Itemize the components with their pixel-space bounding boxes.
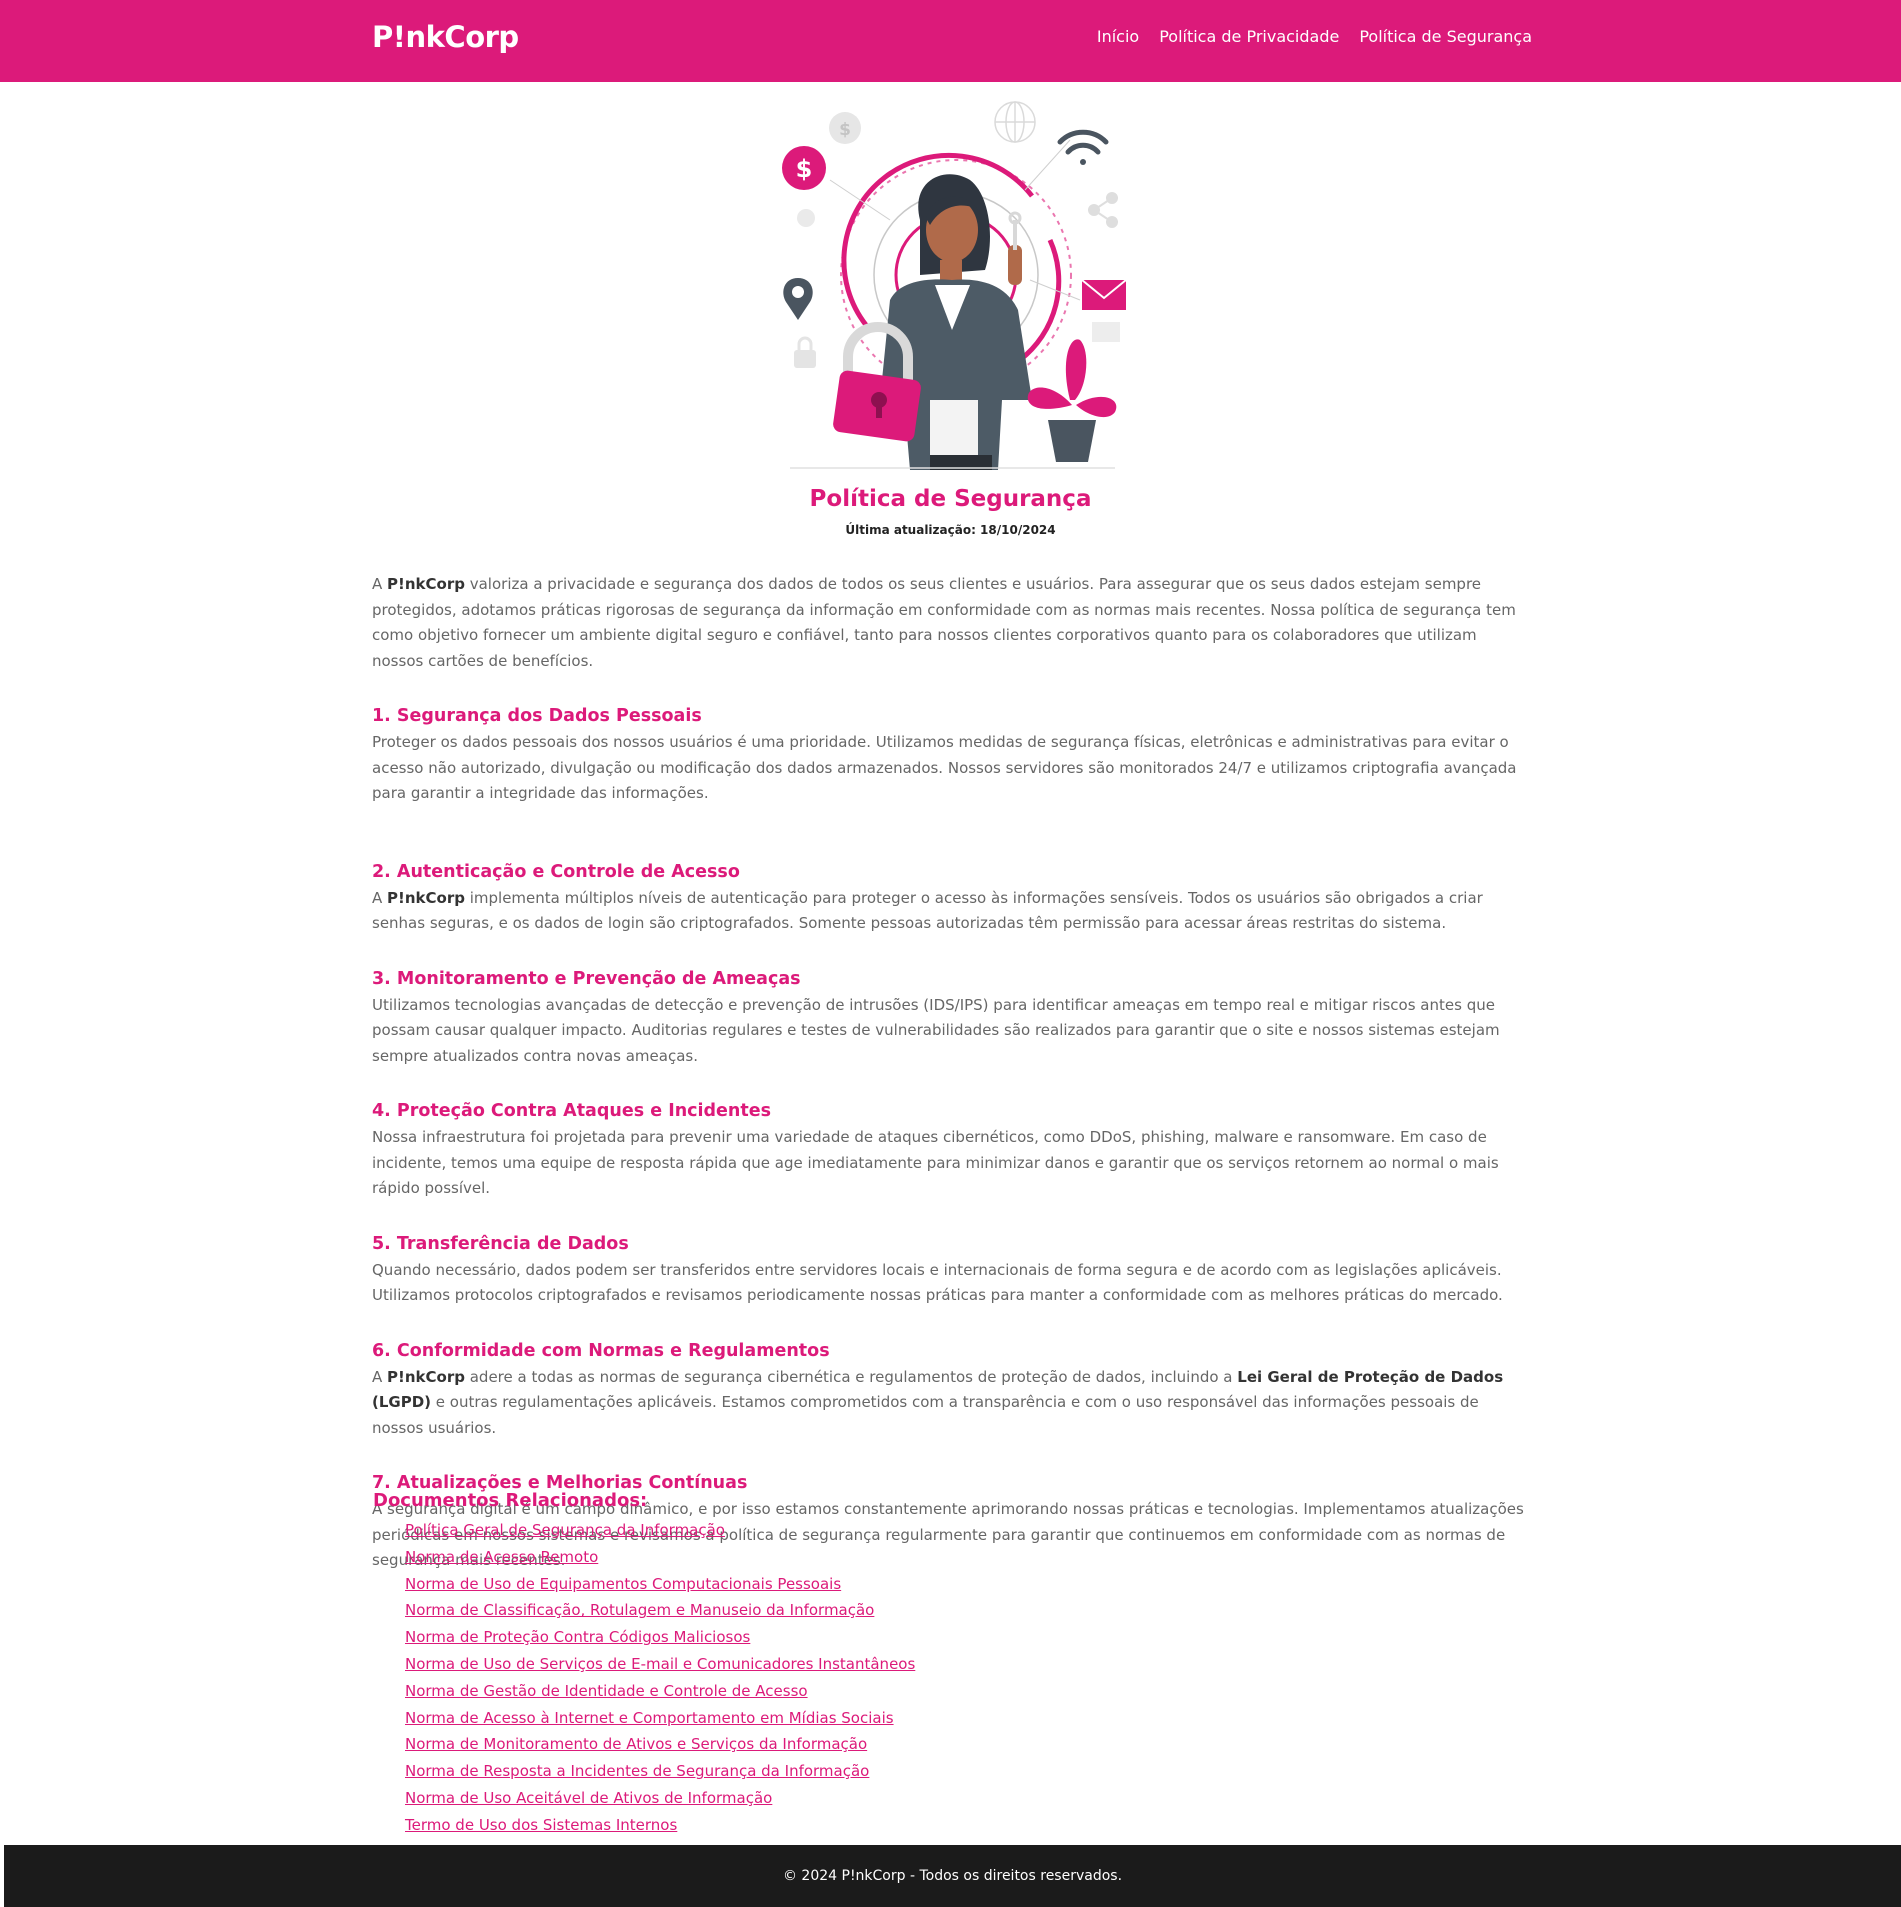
section-4-text: Nossa infraestrutura foi projetada para … — [372, 1128, 1499, 1197]
list-item: Política Geral de Segurança da Informaçã… — [405, 1517, 915, 1544]
last-updated: Última atualização: 18/10/2024 — [845, 523, 1056, 537]
doc-link[interactable]: Norma de Resposta a Incidentes de Segura… — [405, 1762, 869, 1780]
doc-link[interactable]: Norma de Uso Aceitável de Ativos de Info… — [405, 1789, 772, 1807]
doc-link[interactable]: Norma de Proteção Contra Códigos Malicio… — [405, 1628, 750, 1646]
section-5-title: 5. Transferência de Dados — [372, 1233, 629, 1254]
doc-link[interactable]: Política Geral de Segurança da Informaçã… — [405, 1521, 725, 1539]
list-item: Norma de Acesso à Internet e Comportamen… — [405, 1705, 915, 1732]
related-documents-title: Documentos Relacionados: — [373, 1490, 648, 1511]
navbar: P!nkCorp Início Política de Privacidade … — [0, 0, 1901, 82]
footer: © 2024 P!nkCorp - Todos os direitos rese… — [4, 1845, 1901, 1907]
list-item: Norma de Uso de Serviços de E-mail e Com… — [405, 1651, 915, 1678]
section-2: 2. Autenticação e Controle de Acesso A P… — [372, 862, 1532, 937]
brand-logo[interactable]: P!nkCorp — [372, 20, 519, 54]
small-padlock-icon — [794, 336, 816, 368]
doc-link[interactable]: Norma de Classificação, Rotulagem e Manu… — [405, 1601, 874, 1619]
plant-icon — [1027, 339, 1117, 462]
share-icon — [1088, 192, 1118, 228]
wifi-icon — [1057, 129, 1109, 165]
list-item: Norma de Gestão de Identidade e Controle… — [405, 1678, 915, 1705]
nav-link-seguranca[interactable]: Política de Segurança — [1359, 27, 1532, 46]
doc-link[interactable]: Norma de Acesso Remoto — [405, 1548, 598, 1566]
section-1-title: 1. Segurança dos Dados Pessoais — [372, 706, 702, 726]
section-2-text: A P!nkCorp implementa múltiplos níveis d… — [372, 888, 1483, 933]
list-item: Norma de Uso de Equipamentos Computacion… — [405, 1571, 915, 1598]
doc-link[interactable]: Norma de Uso de Serviços de E-mail e Com… — [405, 1655, 915, 1673]
section-3: 3. Monitoramento e Prevenção de Ameaças … — [372, 969, 1532, 1070]
section-5-text: Quando necessário, dados podem ser trans… — [372, 1260, 1503, 1305]
intro-paragraph: A P!nkCorp valoriza a privacidade e segu… — [372, 575, 1516, 670]
section-3-text: Utilizamos tecnologias avançadas de dete… — [372, 995, 1500, 1065]
section-5: 5. Transferência de Dados Quando necessá… — [372, 1234, 1532, 1309]
globe-icon — [994, 101, 1036, 143]
brand-mention: P!nkCorp — [387, 575, 465, 593]
related-documents: Documentos Relacionados: Política Geral … — [373, 1490, 915, 1839]
copyright-text: © 2024 P!nkCorp - Todos os direitos rese… — [782, 1868, 1123, 1884]
list-item: Norma de Uso Aceitável de Ativos de Info… — [405, 1785, 915, 1812]
main-nav: Início Política de Privacidade Política … — [1097, 27, 1532, 46]
section-2-title: 2. Autenticação e Controle de Acesso — [372, 861, 740, 882]
section-4-title: 4. Proteção Contra Ataques e Incidentes — [372, 1101, 772, 1121]
section-6: 6. Conformidade com Normas e Regulamento… — [372, 1341, 1532, 1442]
brand-mention: P!nkCorp — [387, 888, 465, 907]
list-item: Termo de Uso dos Sistemas Internos — [405, 1812, 915, 1839]
section-1: 1. Segurança dos Dados Pessoais Proteger… — [372, 706, 1532, 807]
nav-link-privacidade[interactable]: Política de Privacidade — [1159, 27, 1339, 46]
doc-link[interactable]: Norma de Monitoramento de Ativos e Servi… — [405, 1735, 867, 1753]
security-illustration: $ $ — [782, 101, 1127, 470]
doc-link[interactable]: Norma de Acesso à Internet e Comportamen… — [405, 1709, 894, 1727]
list-item: Norma de Monitoramento de Ativos e Servi… — [405, 1731, 915, 1758]
section-3-title: 3. Monitoramento e Prevenção de Ameaças — [372, 968, 801, 989]
related-documents-list: Política Geral de Segurança da Informaçã… — [373, 1517, 915, 1839]
doc-link[interactable]: Termo de Uso dos Sistemas Internos — [405, 1816, 677, 1834]
nav-link-inicio[interactable]: Início — [1097, 27, 1139, 46]
section-4: 4. Proteção Contra Ataques e Incidentes … — [372, 1101, 1532, 1202]
svg-text:$: $ — [796, 155, 813, 183]
doc-link[interactable]: Norma de Uso de Equipamentos Computacion… — [405, 1575, 841, 1593]
policy-content: A P!nkCorp valoriza a privacidade e segu… — [372, 572, 1532, 1574]
list-item: Norma de Acesso Remoto — [405, 1544, 915, 1571]
section-1-text: Proteger os dados pessoais dos nossos us… — [372, 733, 1517, 802]
section-6-text: A P!nkCorp adere a todas as normas de se… — [372, 1367, 1504, 1437]
dollar-coin-icon: $ — [782, 146, 826, 190]
brand-mention: P!nkCorp — [387, 1367, 465, 1386]
padlock-icon — [833, 322, 921, 442]
list-item: Norma de Proteção Contra Códigos Malicio… — [405, 1624, 915, 1651]
page-title: Política de Segurança — [809, 486, 1092, 512]
section-6-title: 6. Conformidade com Normas e Regulamento… — [372, 1340, 830, 1361]
location-pin-icon — [783, 278, 813, 320]
list-item: Norma de Resposta a Incidentes de Segura… — [405, 1758, 915, 1785]
list-item: Norma de Classificação, Rotulagem e Manu… — [405, 1597, 915, 1624]
doc-link[interactable]: Norma de Gestão de Identidade e Controle… — [405, 1682, 808, 1700]
svg-text:$: $ — [839, 120, 851, 140]
envelope-icon — [1081, 279, 1127, 342]
